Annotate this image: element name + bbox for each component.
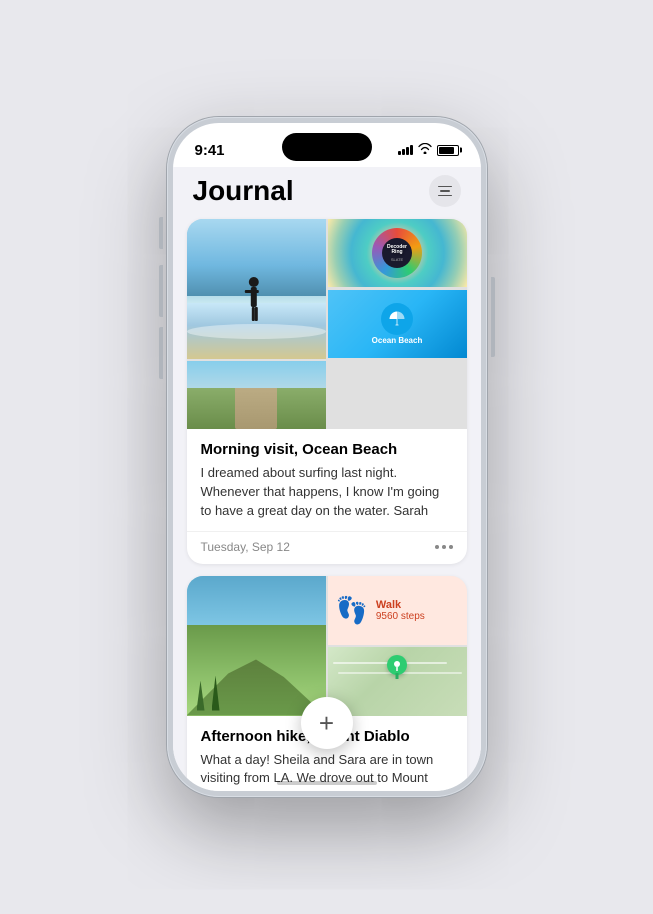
dot-2 [442, 545, 446, 549]
home-indicator [277, 781, 377, 785]
signal-bar-3 [406, 147, 409, 155]
menu-line-1 [438, 186, 452, 188]
entry-1-ocean-beach-widget: Ocean Beach [328, 290, 467, 358]
pin-icon [391, 659, 403, 671]
power-button [491, 277, 495, 357]
journal-entry-2[interactable]: 👣 Walk 9560 steps [187, 576, 467, 791]
journal-entry-1[interactable]: Decoder Ring SLATE [187, 219, 467, 564]
map-location-pin [387, 655, 407, 675]
entry-1-body: I dreamed about surfing last night. When… [201, 464, 453, 521]
footsteps-icon: 👣 [336, 595, 368, 626]
volume-up-button [159, 265, 163, 317]
entry-1-more-button[interactable] [435, 545, 453, 549]
entry-2-mountain-photo [187, 576, 326, 716]
menu-line-3 [438, 195, 452, 197]
entry-1-text-content: Morning visit, Ocean Beach I dreamed abo… [187, 429, 467, 531]
entry-1-beach-photo [187, 219, 326, 359]
entry-2-images: 👣 Walk 9560 steps [187, 576, 467, 716]
entry-1-images: Decoder Ring SLATE [187, 219, 467, 429]
entry-2-walk-widget: 👣 Walk 9560 steps [328, 576, 467, 645]
entry-1-podcast-image: Decoder Ring SLATE [328, 219, 467, 287]
phone-frame: 9:41 [167, 117, 487, 797]
signal-icon [398, 145, 413, 155]
volume-down-button [159, 327, 163, 379]
status-time: 9:41 [195, 142, 225, 159]
signal-bar-4 [410, 145, 413, 155]
phone-screen: 9:41 [173, 123, 481, 791]
plus-icon: + [319, 710, 334, 736]
wave-line [187, 324, 326, 339]
entry-1-date: Tuesday, Sep 12 [201, 540, 290, 554]
ocean-beach-icon-circle [381, 303, 413, 335]
umbrella-icon [388, 310, 406, 328]
walk-steps: 9560 steps [376, 611, 425, 622]
entry-1-title: Morning visit, Ocean Beach [201, 441, 453, 458]
walk-info: Walk 9560 steps [376, 599, 425, 622]
menu-button[interactable] [429, 175, 461, 207]
signal-bar-2 [402, 149, 405, 155]
app-header: Journal [173, 167, 481, 213]
decoder-ring-text: Decoder Ring [382, 245, 412, 256]
dot-3 [449, 545, 453, 549]
fab-container: + [301, 697, 353, 749]
ocean-beach-label: Ocean Beach [372, 337, 423, 346]
battery-icon [437, 145, 459, 156]
mute-button [159, 217, 163, 249]
dynamic-island [282, 133, 372, 161]
ring-inner: Decoder Ring SLATE [382, 238, 412, 268]
walk-label: Walk [376, 599, 425, 611]
entry-1-footer: Tuesday, Sep 12 [187, 531, 467, 564]
status-icons [398, 143, 459, 157]
menu-line-2 [440, 190, 450, 192]
surfer-figure [243, 276, 265, 331]
add-entry-button[interactable]: + [301, 697, 353, 749]
trail-sky [187, 361, 326, 388]
dot-1 [435, 545, 439, 549]
page-title: Journal [193, 175, 294, 207]
wifi-icon [418, 143, 432, 157]
entry-1-trail-photo [187, 361, 326, 429]
decoder-ring-art: Decoder Ring SLATE [328, 219, 467, 287]
decoder-slate-label: SLATE [391, 257, 403, 262]
ring-circle: Decoder Ring SLATE [372, 228, 422, 278]
signal-bar-1 [398, 151, 401, 155]
battery-fill [439, 147, 454, 154]
